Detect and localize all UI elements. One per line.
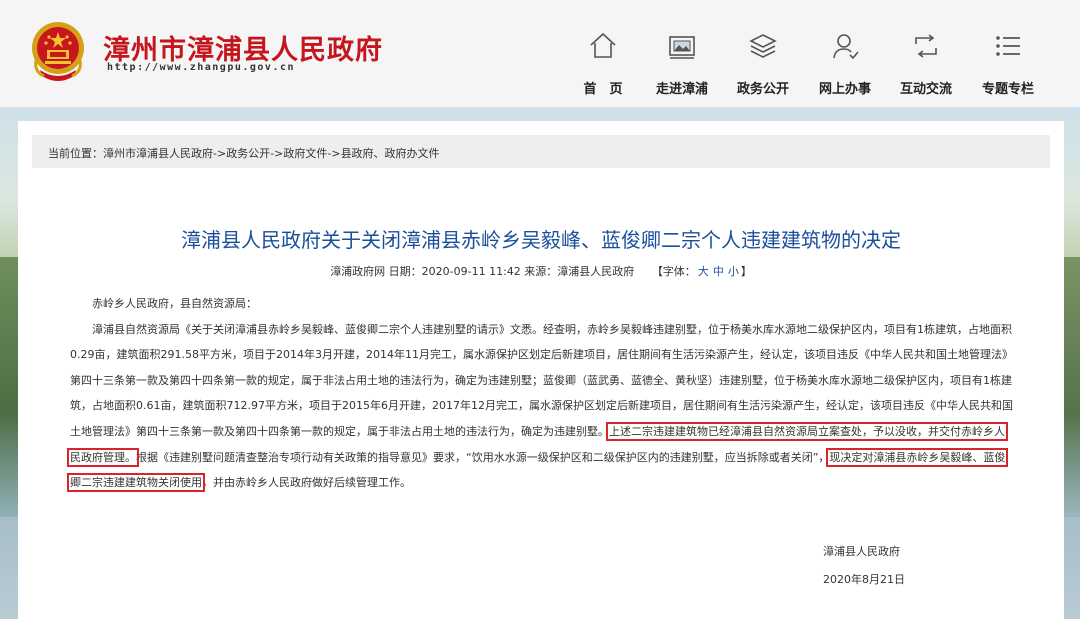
article-source-date: 漳浦政府网 日期：2020-09-11 11:42 来源：漳浦县人民政府	[330, 265, 635, 278]
breadcrumb-separator: ->	[327, 147, 341, 160]
list-icon	[996, 36, 1020, 56]
nav-item-home[interactable]: 首 页	[560, 30, 646, 100]
article-meta: 漳浦政府网 日期：2020-09-11 11:42 来源：漳浦县人民政府 【字体…	[18, 263, 1064, 279]
exchange-icon	[915, 34, 937, 58]
nav-item-interaction[interactable]: 互动交流	[883, 30, 969, 100]
article-title: 漳浦县人民政府关于关闭漳浦县赤岭乡吴毅峰、蓝俊卿二宗个人违建建筑物的决定	[181, 228, 901, 252]
article-date: 2020年8月21日	[823, 573, 905, 586]
breadcrumb-link-gov-docs[interactable]: 政府文件	[283, 147, 327, 160]
breadcrumb-link-county-docs[interactable]: 县政府、政府办文件	[341, 147, 440, 160]
national-emblem-icon	[32, 22, 84, 81]
breadcrumb: 当前位置：漳州市漳浦县人民政府->政务公开->政府文件->县政府、政府办文件	[48, 145, 440, 161]
breadcrumb-link-home[interactable]: 漳州市漳浦县人民政府	[103, 147, 213, 160]
breadcrumb-separator: ->	[213, 147, 227, 160]
user-icon	[833, 34, 859, 60]
article-paragraph: 漳浦县自然资源局《关于关闭漳浦县赤岭乡吴毅峰、蓝俊卿二宗个人违建别墅的请示》文悉…	[66, 317, 1015, 496]
nav-label-gov-affairs: 政务公开	[736, 82, 789, 97]
font-size-label-close: 】	[740, 265, 752, 278]
font-size-label-open: 【字体：	[651, 265, 696, 278]
breadcrumb-prefix: 当前位置：	[48, 147, 103, 160]
nav-item-about[interactable]: 走进漳浦	[639, 30, 725, 100]
font-size-large-link[interactable]: 大	[698, 265, 709, 278]
nav-label-about: 走进漳浦	[655, 82, 708, 97]
article-paragraph-part-a: 漳浦县自然资源局《关于关闭漳浦县赤岭乡吴毅峰、蓝俊卿二宗个人违建别墅的请示》文悉…	[70, 322, 1013, 438]
content-panel: 当前位置：漳州市漳浦县人民政府->政务公开->政府文件->县政府、政府办文件 漳…	[18, 121, 1064, 619]
breadcrumb-link-gov-affairs[interactable]: 政务公开	[226, 147, 270, 160]
layers-icon	[749, 34, 777, 58]
nav-label-online-services: 网上办事	[818, 82, 871, 97]
nav-label-home: 首 页	[583, 82, 623, 97]
nav-item-topics[interactable]: 专题专栏	[965, 30, 1051, 100]
home-icon	[590, 32, 616, 58]
nav-item-gov-affairs[interactable]: 政务公开	[720, 30, 806, 100]
image-icon	[669, 36, 695, 59]
font-size-switcher: 【字体：大中小】	[638, 265, 752, 278]
nav-label-topics: 专题专栏	[981, 82, 1034, 97]
font-size-medium-link[interactable]: 中	[713, 265, 724, 278]
article-signer: 漳浦县人民政府	[823, 545, 900, 558]
site-header: 漳州市漳浦县人民政府 http://www.zhangpu.gov.cn 首 页…	[0, 0, 1080, 107]
site-url: http://www.zhangpu.gov.cn	[107, 62, 296, 73]
font-size-small-link[interactable]: 小	[728, 265, 739, 278]
article-salutation: 赤岭乡人民政府，县自然资源局：	[92, 297, 257, 310]
article-paragraph-part-c: ，并由赤岭乡人民政府做好后续管理工作。	[202, 476, 411, 490]
breadcrumb-separator: ->	[270, 147, 284, 160]
breadcrumb-bar: 当前位置：漳州市漳浦县人民政府->政务公开->政府文件->县政府、政府办文件	[32, 135, 1050, 168]
nav-label-interaction: 互动交流	[899, 82, 952, 97]
article-body: 赤岭乡人民政府，县自然资源局： 漳浦县自然资源局《关于关闭漳浦县赤岭乡吴毅峰、蓝…	[66, 291, 1015, 496]
main-nav: 首 页 走进漳浦 政务公开 网上办事 互动交流 专题专栏	[560, 30, 1080, 100]
article-paragraph-part-b: 根据《违建别墅问题清查整治专项行动有关政策的指导意见》要求，“饮用水水源一级保护…	[136, 450, 830, 464]
nav-item-online-services[interactable]: 网上办事	[802, 30, 888, 100]
